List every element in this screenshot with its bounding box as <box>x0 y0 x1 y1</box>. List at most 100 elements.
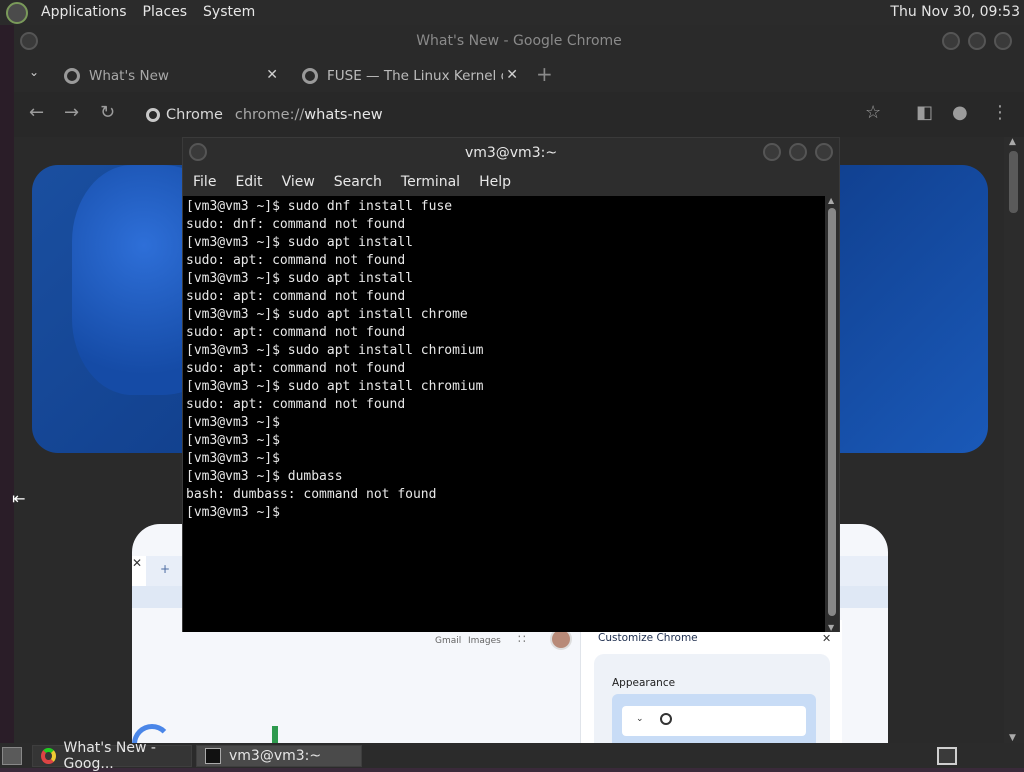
back-arrow-icon[interactable]: ← <box>29 102 44 123</box>
applications-menu[interactable]: Applications <box>33 0 135 25</box>
system-menu[interactable]: System <box>195 0 263 25</box>
terminal-line: [vm3@vm3 ~]$ <box>186 433 280 448</box>
google-logo-fragment <box>272 726 278 743</box>
terminal-line: sudo: apt: command not found <box>186 361 406 376</box>
customize-chrome-label: Customize Chrome <box>598 632 698 644</box>
tab-label: What's New <box>89 68 169 84</box>
taskbar-item-label: vm3@vm3:~ <box>229 747 322 764</box>
terminal-line: sudo: apt: command not found <box>186 253 406 268</box>
scrollbar-thumb[interactable] <box>828 208 836 616</box>
terminal-title: vm3@vm3:~ <box>464 145 558 161</box>
side-panel-close-icon: ✕ <box>822 632 832 645</box>
taskbar-item-chrome[interactable]: What's New - Goog... <box>32 740 192 772</box>
side-panel-icon[interactable]: ◧ <box>916 102 933 123</box>
scrollbar-thumb[interactable] <box>1009 151 1018 213</box>
chrome-titlebar[interactable]: What's New - Google Chrome <box>14 25 1024 57</box>
preview-tab: ✕ <box>132 556 146 586</box>
taskbar-item-terminal[interactable]: vm3@vm3:~ <box>196 744 362 767</box>
tab-fuse[interactable]: FUSE — The Linux Kernel do ✕ <box>288 60 528 92</box>
chevron-down-icon: ⌄ <box>636 714 644 724</box>
chrome-icon <box>146 107 160 122</box>
menu-view[interactable]: View <box>282 174 315 190</box>
terminal-line: sudo: apt: command not found <box>186 397 406 412</box>
terminal-line: [vm3@vm3 ~]$ dumbass <box>186 469 343 484</box>
terminal-line: [vm3@vm3 ~]$ <box>186 415 280 430</box>
preview-images-link: Images <box>468 636 501 646</box>
site-info-chip[interactable]: Chrome <box>136 107 235 123</box>
chip-label: Chrome <box>166 106 223 123</box>
gnome-foot-icon[interactable] <box>6 1 28 24</box>
menu-file[interactable]: File <box>193 174 216 190</box>
terminal-line: [vm3@vm3 ~]$ sudo dnf install fuse <box>186 199 453 214</box>
terminal-icon <box>205 747 221 764</box>
apps-grid-icon: ∷ <box>518 632 526 646</box>
scroll-down-icon[interactable]: ▼ <box>1009 733 1016 743</box>
menu-edit[interactable]: Edit <box>235 174 262 190</box>
chrome-window-title: What's New - Google Chrome <box>416 33 622 49</box>
terminal-line: [vm3@vm3 ~]$ sudo apt install chrome <box>186 307 468 322</box>
terminal-line: sudo: apt: command not found <box>186 289 406 304</box>
preview-plus-icon: + <box>160 562 171 576</box>
terminal-titlebar[interactable]: vm3@vm3:~ <box>183 138 839 168</box>
forward-arrow-icon[interactable]: → <box>64 102 79 123</box>
url-host: whats-new <box>304 106 383 123</box>
window-menu-icon[interactable] <box>20 32 38 50</box>
terminal-window: vm3@vm3:~ File Edit View Search Terminal… <box>182 137 840 632</box>
chrome-icon <box>41 747 56 764</box>
bottom-taskbar: What's New - Goog... vm3@vm3:~ <box>0 740 1024 772</box>
appearance-preview: ⌄ <box>622 706 806 736</box>
scroll-up-icon[interactable]: ▲ <box>828 196 834 205</box>
chrome-toolbar: ← → ↻ Chrome chrome://whats-new ☆ ◧ ● ⋮ <box>14 92 1024 137</box>
kebab-menu-icon[interactable]: ⋮ <box>991 102 1009 123</box>
scroll-down-icon[interactable]: ▼ <box>828 623 834 632</box>
menu-terminal[interactable]: Terminal <box>401 174 460 190</box>
panel-clock[interactable]: Thu Nov 30, 09:53 <box>890 0 1020 25</box>
tab-whats-new[interactable]: What's New ✕ <box>50 60 288 92</box>
maximize-icon[interactable] <box>789 143 807 161</box>
terminal-line: [vm3@vm3 ~]$ <box>186 505 280 520</box>
terminal-line: [vm3@vm3 ~]$ sudo apt install <box>186 271 413 286</box>
close-window-icon[interactable] <box>994 32 1012 50</box>
appearance-heading: Appearance <box>612 677 676 689</box>
menu-search[interactable]: Search <box>334 174 382 190</box>
new-tab-plus-icon[interactable]: + <box>536 62 553 86</box>
scroll-up-icon[interactable]: ▲ <box>1009 137 1016 147</box>
desktop-background <box>0 25 14 743</box>
places-menu[interactable]: Places <box>135 0 196 25</box>
tab-strip: ⌄ What's New ✕ FUSE — The Linux Kernel d… <box>14 57 1024 92</box>
terminal-line: [vm3@vm3 ~]$ <box>186 451 280 466</box>
terminal-output[interactable]: [vm3@vm3 ~]$ sudo dnf install fuse sudo: … <box>183 196 827 632</box>
tab-label: FUSE — The Linux Kernel do <box>327 68 503 84</box>
menu-help[interactable]: Help <box>479 174 511 190</box>
minimize-icon[interactable] <box>763 143 781 161</box>
address-bar[interactable]: Chrome chrome://whats-new <box>136 98 916 131</box>
preview-gmail-link: Gmail <box>435 636 462 646</box>
chrome-icon <box>660 713 672 725</box>
terminal-scrollbar[interactable]: ▲ ▼ <box>825 196 839 632</box>
globe-icon <box>302 68 318 84</box>
maximize-icon[interactable] <box>968 32 986 50</box>
reload-icon[interactable]: ↻ <box>100 102 115 123</box>
terminal-line: [vm3@vm3 ~]$ sudo apt install chromium <box>186 379 484 394</box>
taskbar-item-label: What's New - Goog... <box>63 739 156 772</box>
window-menu-icon[interactable] <box>189 143 207 161</box>
terminal-line: [vm3@vm3 ~]$ sudo apt install <box>186 235 413 250</box>
tab-search-chevron-icon[interactable]: ⌄ <box>29 65 39 79</box>
profile-icon[interactable]: ● <box>952 102 968 123</box>
page-scrollbar[interactable]: ▲ ▼ <box>1004 137 1024 743</box>
show-desktop-icon[interactable] <box>2 746 22 765</box>
workspace-switcher[interactable] <box>937 747 957 765</box>
chrome-icon <box>64 68 80 84</box>
terminal-line: sudo: dnf: command not found <box>186 217 406 232</box>
close-tab-icon[interactable]: ✕ <box>506 67 518 83</box>
terminal-line: bash: dumbass: command not found <box>186 487 437 502</box>
top-panel: Applications Places System Thu Nov 30, 0… <box>0 0 1024 25</box>
close-tab-icon[interactable]: ✕ <box>266 67 278 83</box>
minimize-icon[interactable] <box>942 32 960 50</box>
url-scheme: chrome:// <box>234 106 305 123</box>
terminal-line: sudo: apt: command not found <box>186 325 406 340</box>
close-window-icon[interactable] <box>815 143 833 161</box>
terminal-line: [vm3@vm3 ~]$ sudo apt install chromium <box>186 343 484 358</box>
terminal-menubar: File Edit View Search Terminal Help <box>183 168 839 196</box>
bookmark-star-icon[interactable]: ☆ <box>865 102 881 123</box>
